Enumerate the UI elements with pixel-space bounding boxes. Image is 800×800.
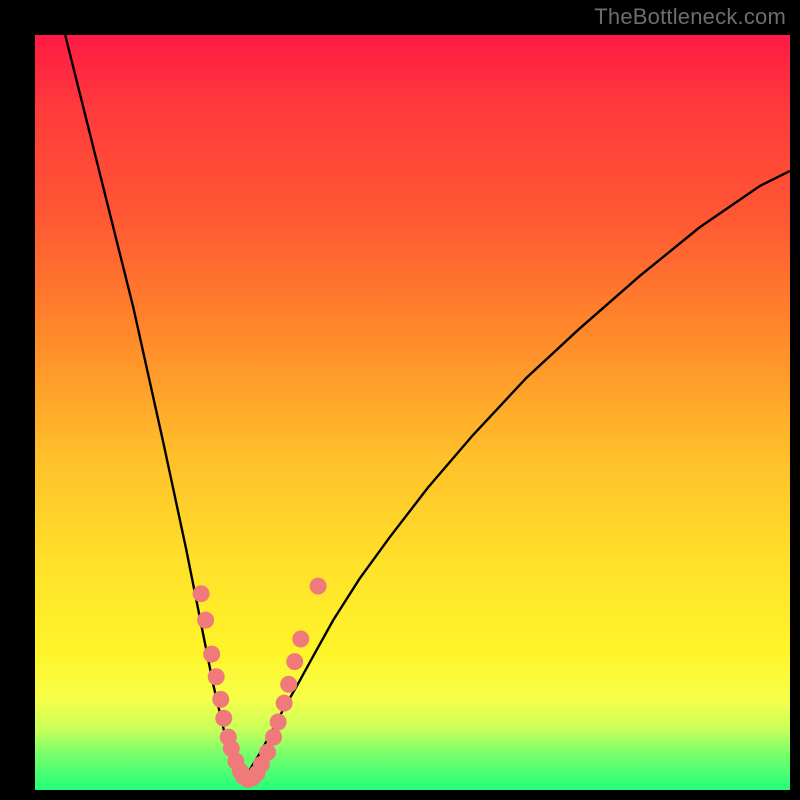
- data-marker: [212, 691, 229, 708]
- marker-group: [193, 578, 327, 788]
- data-marker: [197, 612, 214, 629]
- data-marker: [208, 668, 225, 685]
- plot-area: [35, 35, 790, 790]
- data-marker: [286, 653, 303, 670]
- data-marker: [280, 676, 297, 693]
- data-marker: [270, 714, 287, 731]
- curve-left-path: [65, 35, 245, 778]
- data-marker: [292, 631, 309, 648]
- data-marker: [203, 646, 220, 663]
- data-marker: [310, 578, 327, 595]
- curve-right-path: [245, 171, 790, 778]
- data-marker: [276, 695, 293, 712]
- data-marker: [259, 744, 276, 761]
- chart-stage: TheBottleneck.com: [0, 0, 800, 800]
- watermark-text: TheBottleneck.com: [594, 4, 786, 30]
- data-marker: [193, 585, 210, 602]
- data-marker: [265, 729, 282, 746]
- chart-overlay: [35, 35, 790, 790]
- data-marker: [215, 710, 232, 727]
